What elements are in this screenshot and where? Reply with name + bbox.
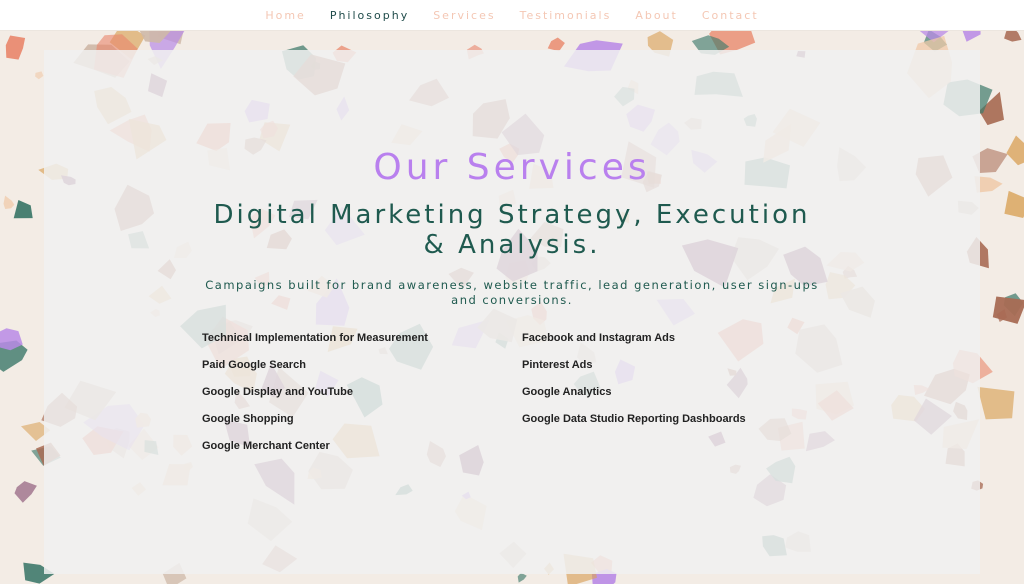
- nav-philosophy[interactable]: Philosophy: [330, 9, 409, 22]
- page-tagline: Campaigns built for brand awareness, web…: [205, 278, 819, 307]
- nav-home[interactable]: Home: [265, 9, 305, 22]
- service-item: Technical Implementation for Measurement: [202, 332, 428, 344]
- terrazzo-chip: [1004, 190, 1024, 218]
- nav-about[interactable]: About: [635, 9, 678, 22]
- service-item: Google Analytics: [522, 386, 612, 398]
- services-list-right: Facebook and Instagram Ads Pinterest Ads…: [522, 332, 746, 440]
- terrazzo-chip: [3, 195, 15, 209]
- service-item: Paid Google Search: [202, 359, 306, 371]
- service-item: Google Display and YouTube: [202, 386, 353, 398]
- service-item: Google Shopping: [202, 413, 294, 425]
- service-item: Facebook and Instagram Ads: [522, 332, 676, 344]
- services-list-left: Technical Implementation for Measurement…: [202, 332, 428, 467]
- service-item: Pinterest Ads: [522, 359, 593, 371]
- nav-testimonials[interactable]: Testimonials: [520, 9, 612, 22]
- terrazzo-chip: [992, 296, 1024, 324]
- terrazzo-chip: [517, 572, 527, 583]
- terrazzo-chip: [13, 200, 33, 219]
- content-panel: [44, 50, 980, 574]
- terrazzo-chip: [14, 481, 37, 503]
- terrazzo-chip: [977, 386, 1015, 420]
- page-subtitle: Digital Marketing Strategy, Execution & …: [213, 200, 811, 260]
- terrazzo-chip: [35, 71, 44, 80]
- service-item: Google Data Studio Reporting Dashboards: [522, 413, 746, 425]
- terrazzo-chip: [5, 35, 26, 60]
- nav-contact[interactable]: Contact: [702, 9, 759, 22]
- service-item: Google Merchant Center: [202, 440, 330, 452]
- nav-services[interactable]: Services: [433, 9, 495, 22]
- top-navigation: Home Philosophy Services Testimonials Ab…: [0, 0, 1024, 31]
- page-title: Our Services: [373, 147, 651, 188]
